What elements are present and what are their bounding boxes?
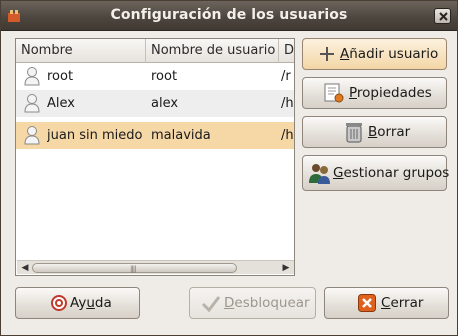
- mnemonic: u: [86, 295, 95, 311]
- help-icon: [51, 295, 67, 311]
- groups-icon: [309, 164, 330, 184]
- list-header: Nombre Nombre de usuario Di: [16, 39, 294, 63]
- mnemonic: A: [340, 46, 350, 62]
- mnemonic: P: [349, 85, 357, 101]
- scroll-right-arrow-icon[interactable]: ▶: [279, 262, 293, 274]
- user-icon: [24, 67, 40, 86]
- cell-username: root: [151, 69, 178, 84]
- cell-directory: /h: [281, 128, 294, 143]
- column-header-name[interactable]: Nombre: [16, 39, 146, 63]
- checkmark-icon: [201, 296, 221, 312]
- table-row[interactable]: root root /r: [16, 63, 294, 90]
- cell-directory: /h: [281, 96, 294, 111]
- unlock-button[interactable]: Desbloquear: [189, 287, 316, 319]
- mnemonic: D: [224, 295, 235, 311]
- window-title: Configuración de los usuarios: [110, 7, 348, 23]
- grip-icon: ||||: [130, 265, 137, 273]
- cell-directory: /r: [281, 69, 291, 84]
- close-window-button[interactable]: [434, 8, 451, 24]
- delete-button[interactable]: Borrar: [302, 116, 447, 148]
- user-icon: [24, 94, 40, 113]
- mnemonic: G: [333, 165, 344, 181]
- plus-icon: [320, 47, 334, 61]
- cell-name: juan sin miedo: [47, 128, 143, 143]
- close-button[interactable]: Cerrar: [324, 287, 449, 319]
- table-row-selected[interactable]: juan sin miedo malavida /h: [16, 122, 294, 149]
- users-list[interactable]: Nombre Nombre de usuario Di root root /r…: [15, 38, 295, 276]
- cell-username: alex: [151, 96, 179, 111]
- user-icon: [24, 126, 40, 145]
- horizontal-scrollbar[interactable]: ◀ |||| ▶: [17, 260, 294, 274]
- scrollbar-thumb[interactable]: ||||: [32, 263, 237, 273]
- column-header-directory[interactable]: Di: [279, 39, 294, 63]
- users-settings-window: Configuración de los usuarios Nombre Nom…: [0, 0, 458, 336]
- properties-icon: [324, 83, 344, 103]
- close-icon: [358, 294, 376, 312]
- manage-groups-button[interactable]: Gestionar grupos: [302, 155, 449, 191]
- mnemonic: B: [368, 124, 378, 140]
- cell-username: malavida: [151, 128, 211, 143]
- add-user-button[interactable]: Añadir usuario: [302, 38, 447, 70]
- scroll-left-arrow-icon[interactable]: ◀: [18, 262, 32, 274]
- properties-button[interactable]: Propiedades: [302, 77, 447, 109]
- table-row[interactable]: Alex alex /h: [16, 90, 294, 117]
- help-button[interactable]: Ayuda: [15, 287, 140, 319]
- cell-name: Alex: [47, 96, 75, 111]
- cell-name: root: [47, 69, 74, 84]
- title-bar[interactable]: Configuración de los usuarios: [1, 1, 457, 31]
- column-header-username[interactable]: Nombre de usuario: [146, 39, 279, 63]
- close-icon: [439, 12, 448, 21]
- trash-icon: [346, 123, 362, 143]
